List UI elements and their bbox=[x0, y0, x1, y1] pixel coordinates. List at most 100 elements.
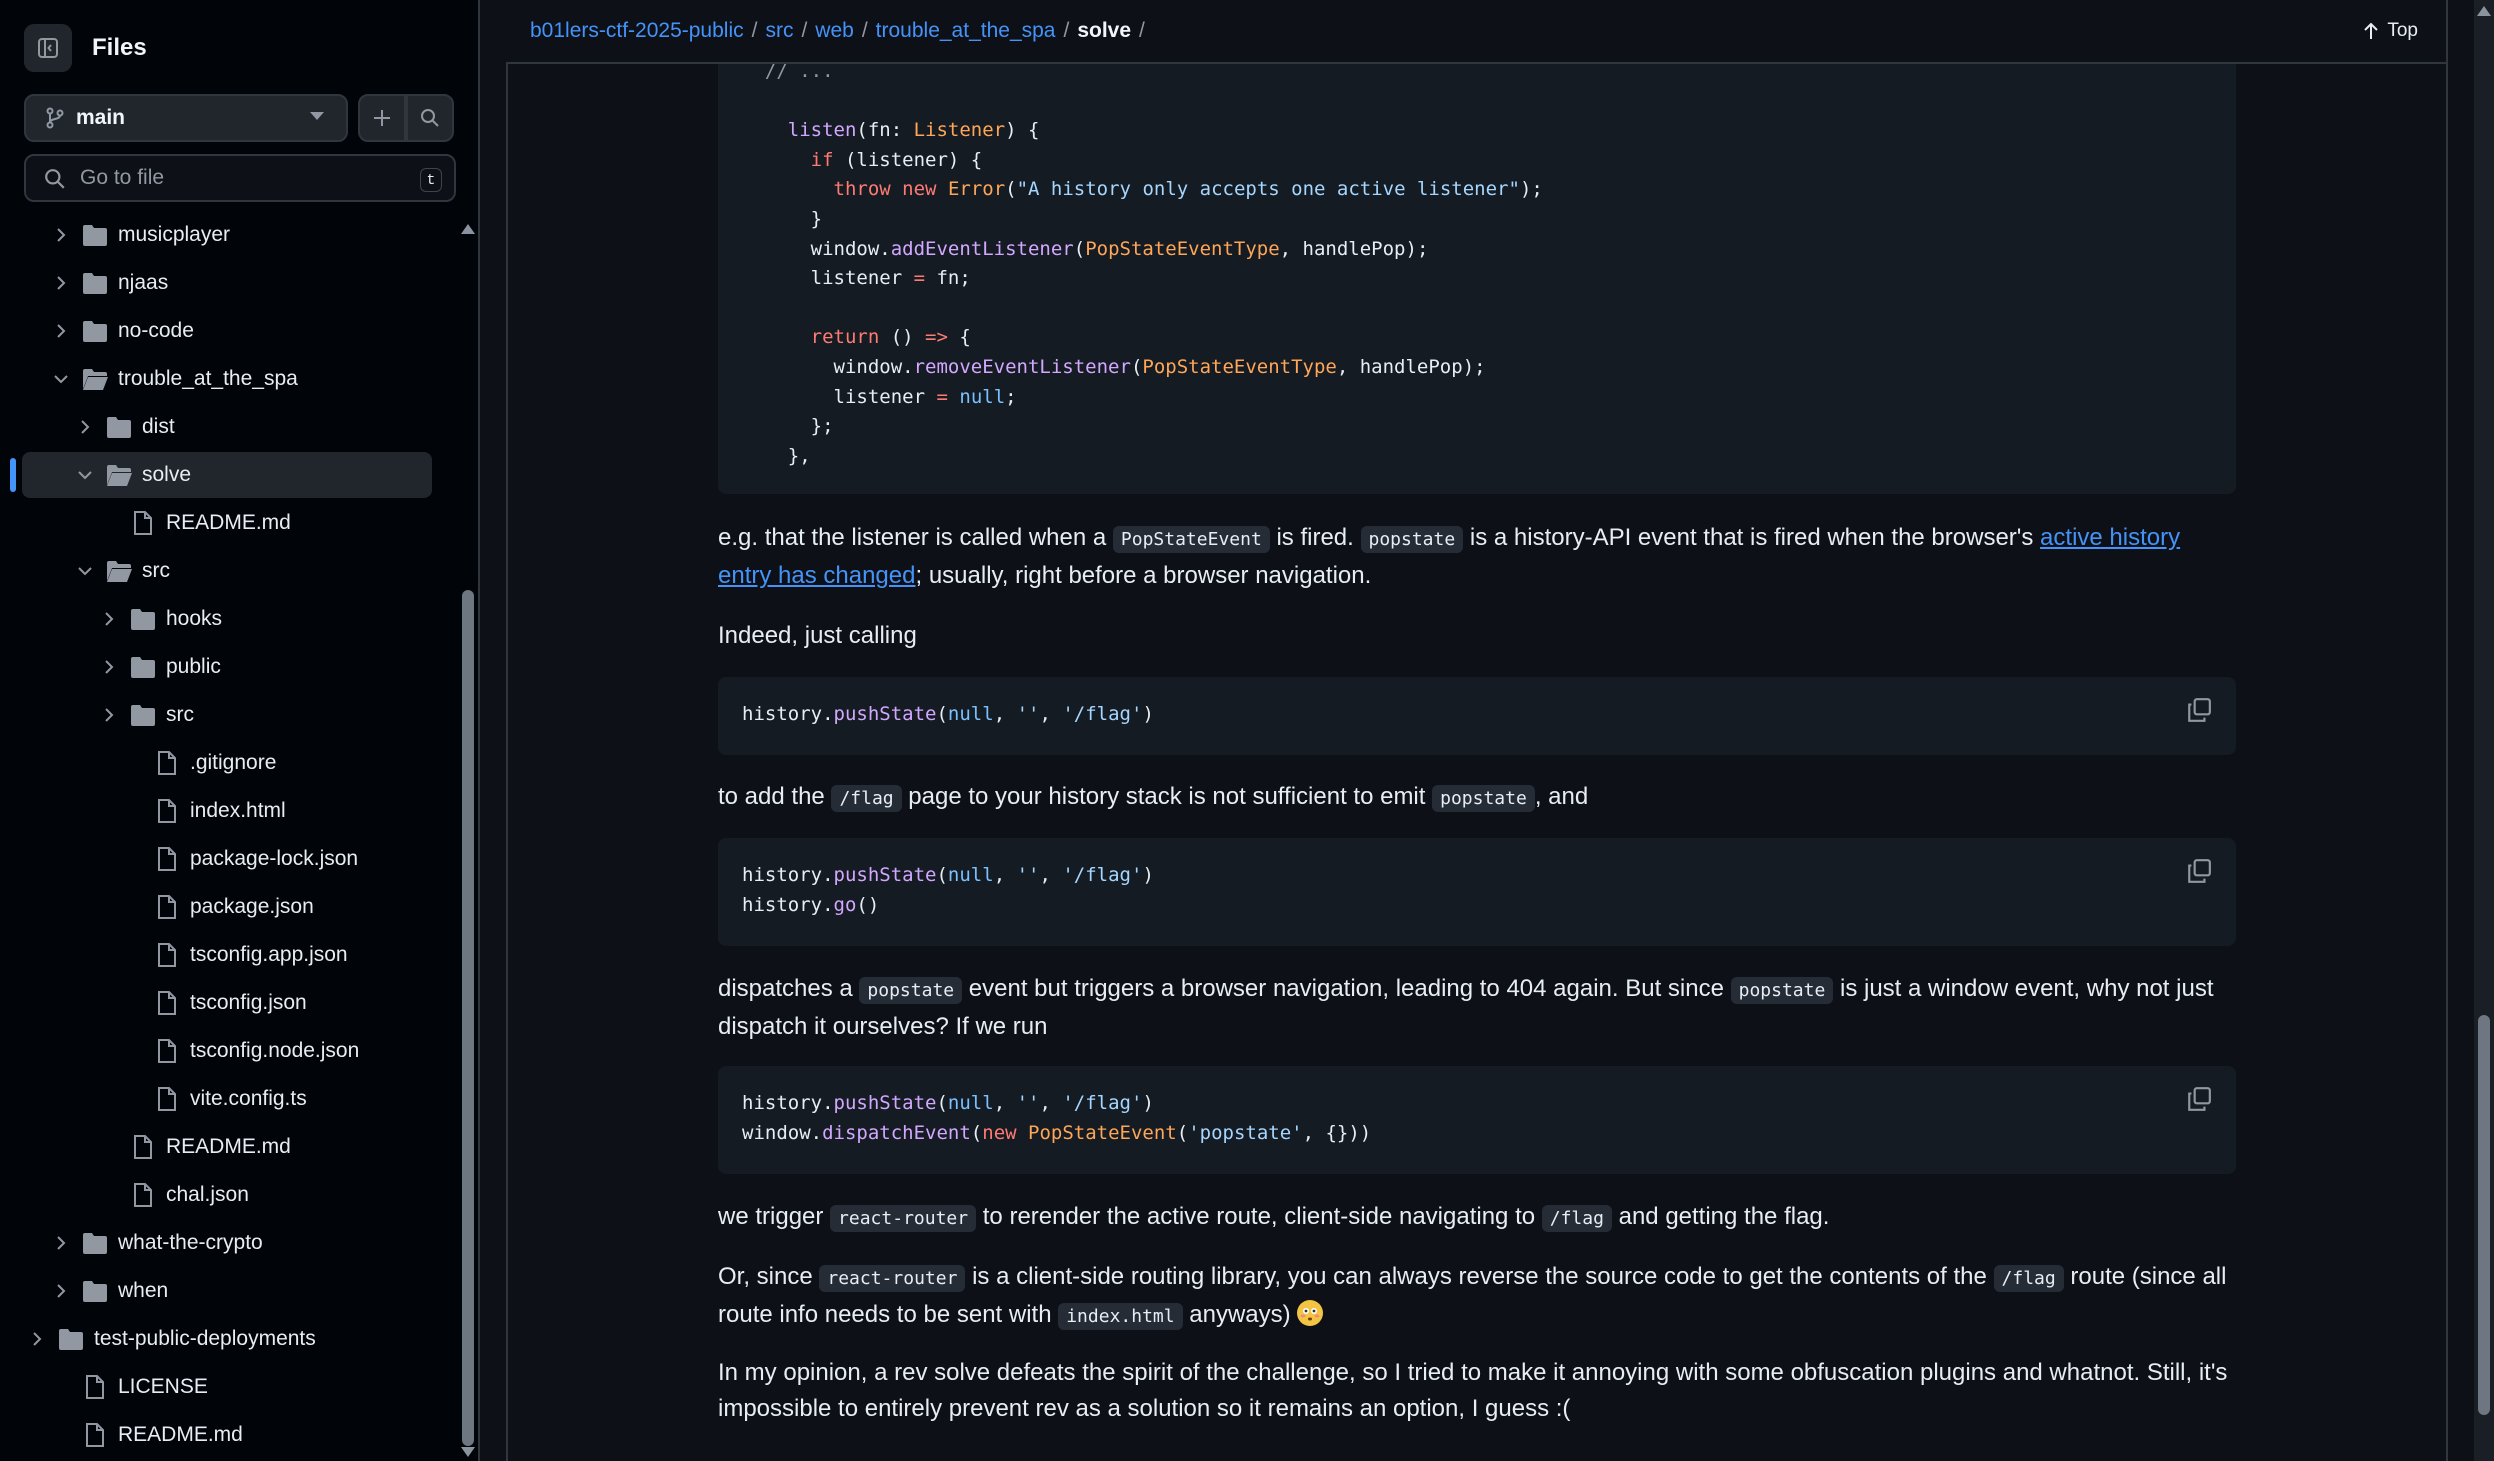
folder-icon bbox=[83, 321, 107, 342]
tree-item-label: njaas bbox=[118, 271, 169, 294]
tree-file[interactable]: LICENSE bbox=[0, 1364, 458, 1410]
tree-file[interactable]: package.json bbox=[0, 884, 458, 930]
breadcrumb-link-trouble-at-the-spa[interactable]: trouble_at_the_spa bbox=[876, 19, 1056, 43]
folder-icon bbox=[131, 705, 155, 726]
tree-item-label: chal.json bbox=[166, 1183, 249, 1206]
tree-folder[interactable]: hooks bbox=[0, 596, 458, 642]
go-to-file-input[interactable]: Go to file t bbox=[24, 154, 456, 202]
sidebar-header: Files bbox=[24, 24, 147, 72]
tree-file[interactable]: tsconfig.app.json bbox=[0, 932, 458, 978]
sidebar-scrollbar[interactable] bbox=[458, 218, 478, 1461]
breadcrumb-link-web[interactable]: web bbox=[815, 19, 854, 43]
copy-icon[interactable] bbox=[2186, 1086, 2212, 1112]
chevron-right-icon[interactable] bbox=[52, 322, 70, 340]
chevron-down-icon[interactable] bbox=[76, 562, 94, 580]
branch-selector[interactable]: main bbox=[24, 94, 348, 142]
tree-file[interactable]: .gitignore bbox=[0, 740, 458, 786]
back-to-top-button[interactable]: Top bbox=[2363, 20, 2418, 42]
chevron-right-icon[interactable] bbox=[100, 610, 118, 628]
tree-folder[interactable]: what-the-crypto bbox=[0, 1220, 458, 1266]
tree-item-label: LICENSE bbox=[118, 1375, 208, 1398]
tree-file[interactable]: tsconfig.node.json bbox=[0, 1028, 458, 1074]
file-icon bbox=[86, 1375, 104, 1399]
tree-item-label: test-public-deployments bbox=[94, 1327, 316, 1350]
tree-file[interactable]: package-lock.json bbox=[0, 836, 458, 882]
tree-file[interactable]: README.md bbox=[0, 500, 458, 546]
keyboard-shortcut: t bbox=[420, 168, 442, 192]
scroll-down-arrow-icon[interactable] bbox=[461, 1447, 475, 1457]
tree-folder[interactable]: musicplayer bbox=[0, 218, 458, 258]
chevron-down-icon[interactable] bbox=[76, 466, 94, 484]
chevron-down-icon[interactable] bbox=[52, 370, 70, 388]
tree-folder[interactable]: src bbox=[0, 692, 458, 738]
chevron-right-icon[interactable] bbox=[76, 418, 94, 436]
folder-open-icon bbox=[83, 369, 108, 390]
scrollbar-thumb[interactable] bbox=[2478, 1015, 2490, 1415]
file-icon bbox=[86, 1423, 104, 1447]
tree-file[interactable]: README.md bbox=[0, 1412, 458, 1458]
code-line: throw new Error("A history only accepts … bbox=[833, 178, 1543, 201]
copy-icon[interactable] bbox=[2186, 858, 2212, 884]
tree-item-label: index.html bbox=[190, 799, 286, 822]
breadcrumb-link-src[interactable]: src bbox=[765, 19, 793, 43]
tree-item-label: hooks bbox=[166, 607, 223, 630]
tree-folder[interactable]: test-public-deployments bbox=[0, 1316, 458, 1362]
code-line: listener = fn; bbox=[810, 267, 971, 290]
scrollbar-thumb[interactable] bbox=[462, 590, 474, 1446]
chevron-right-icon[interactable] bbox=[52, 1234, 70, 1252]
chevron-right-icon[interactable] bbox=[100, 706, 118, 724]
folder-icon bbox=[83, 1233, 107, 1254]
code-line: listener = null; bbox=[833, 385, 1017, 408]
code-line: listen(fn: Listener) { bbox=[787, 119, 1040, 142]
tree-folder[interactable]: src bbox=[0, 548, 458, 594]
file-icon bbox=[134, 1135, 152, 1159]
code-block-listen: // ... listen(fn: Listener) { if (listen… bbox=[718, 40, 2236, 494]
tree-file[interactable]: index.html bbox=[0, 788, 458, 834]
tree-file[interactable]: README.md bbox=[0, 1124, 458, 1170]
tree-item-label: src bbox=[166, 703, 194, 726]
tree-folder[interactable]: trouble_at_the_spa bbox=[0, 356, 458, 402]
code-line: window.removeEventListener(PopStateEvent… bbox=[833, 356, 1486, 378]
tree-folder[interactable]: njaas bbox=[0, 260, 458, 306]
tree-item-label: solve bbox=[142, 463, 192, 486]
breadcrumb-repo-link[interactable]: b01lers-ctf-2025-public bbox=[530, 19, 744, 43]
folder-open-icon bbox=[107, 561, 132, 582]
search-button[interactable] bbox=[406, 94, 454, 142]
tree-folder[interactable]: dist bbox=[0, 404, 458, 450]
folder-icon bbox=[83, 1281, 107, 1302]
tree-file[interactable]: vite.config.ts bbox=[0, 1076, 458, 1122]
code-line: }, bbox=[787, 444, 811, 467]
chevron-right-icon[interactable] bbox=[100, 658, 118, 676]
tree-folder[interactable]: public bbox=[0, 644, 458, 690]
tree-item-label: tsconfig.app.json bbox=[190, 943, 348, 966]
scroll-up-arrow-icon[interactable] bbox=[2477, 6, 2491, 16]
tree-file[interactable]: tsconfig.json bbox=[0, 980, 458, 1026]
tree-item-label: what-the-crypto bbox=[118, 1231, 263, 1254]
copy-icon[interactable] bbox=[2186, 697, 2212, 723]
file-icon bbox=[158, 751, 176, 775]
collapse-sidebar-button[interactable] bbox=[24, 24, 72, 72]
chevron-right-icon[interactable] bbox=[28, 1330, 46, 1348]
tree-item-label: tsconfig.json bbox=[190, 991, 307, 1014]
tree-folder[interactable]: when bbox=[0, 1268, 458, 1314]
scroll-up-arrow-icon[interactable] bbox=[461, 224, 475, 234]
chevron-right-icon[interactable] bbox=[52, 1282, 70, 1300]
breadcrumb-separator: / bbox=[801, 19, 808, 42]
branch-name: main bbox=[76, 106, 126, 129]
tree-folder[interactable]: no-code bbox=[0, 308, 458, 354]
inline-code: popstate bbox=[1432, 785, 1535, 812]
tree-file[interactable]: chal.json bbox=[0, 1172, 458, 1218]
chevron-right-icon[interactable] bbox=[52, 226, 70, 244]
page-scrollbar[interactable] bbox=[2474, 0, 2494, 1461]
tree-item-label: src bbox=[142, 559, 170, 582]
file-icon bbox=[158, 1039, 176, 1063]
tree-item-label: README.md bbox=[166, 1135, 291, 1158]
content-border bbox=[2446, 0, 2448, 1461]
breadcrumb-separator: / bbox=[861, 19, 868, 42]
flushed-face-emoji-icon bbox=[1297, 1300, 1324, 1326]
add-file-button[interactable] bbox=[358, 94, 406, 142]
inline-code: react-router bbox=[830, 1205, 977, 1232]
chevron-right-icon[interactable] bbox=[52, 274, 70, 292]
top-label: Top bbox=[2387, 20, 2418, 41]
tree-folder[interactable]: solve bbox=[0, 452, 458, 498]
